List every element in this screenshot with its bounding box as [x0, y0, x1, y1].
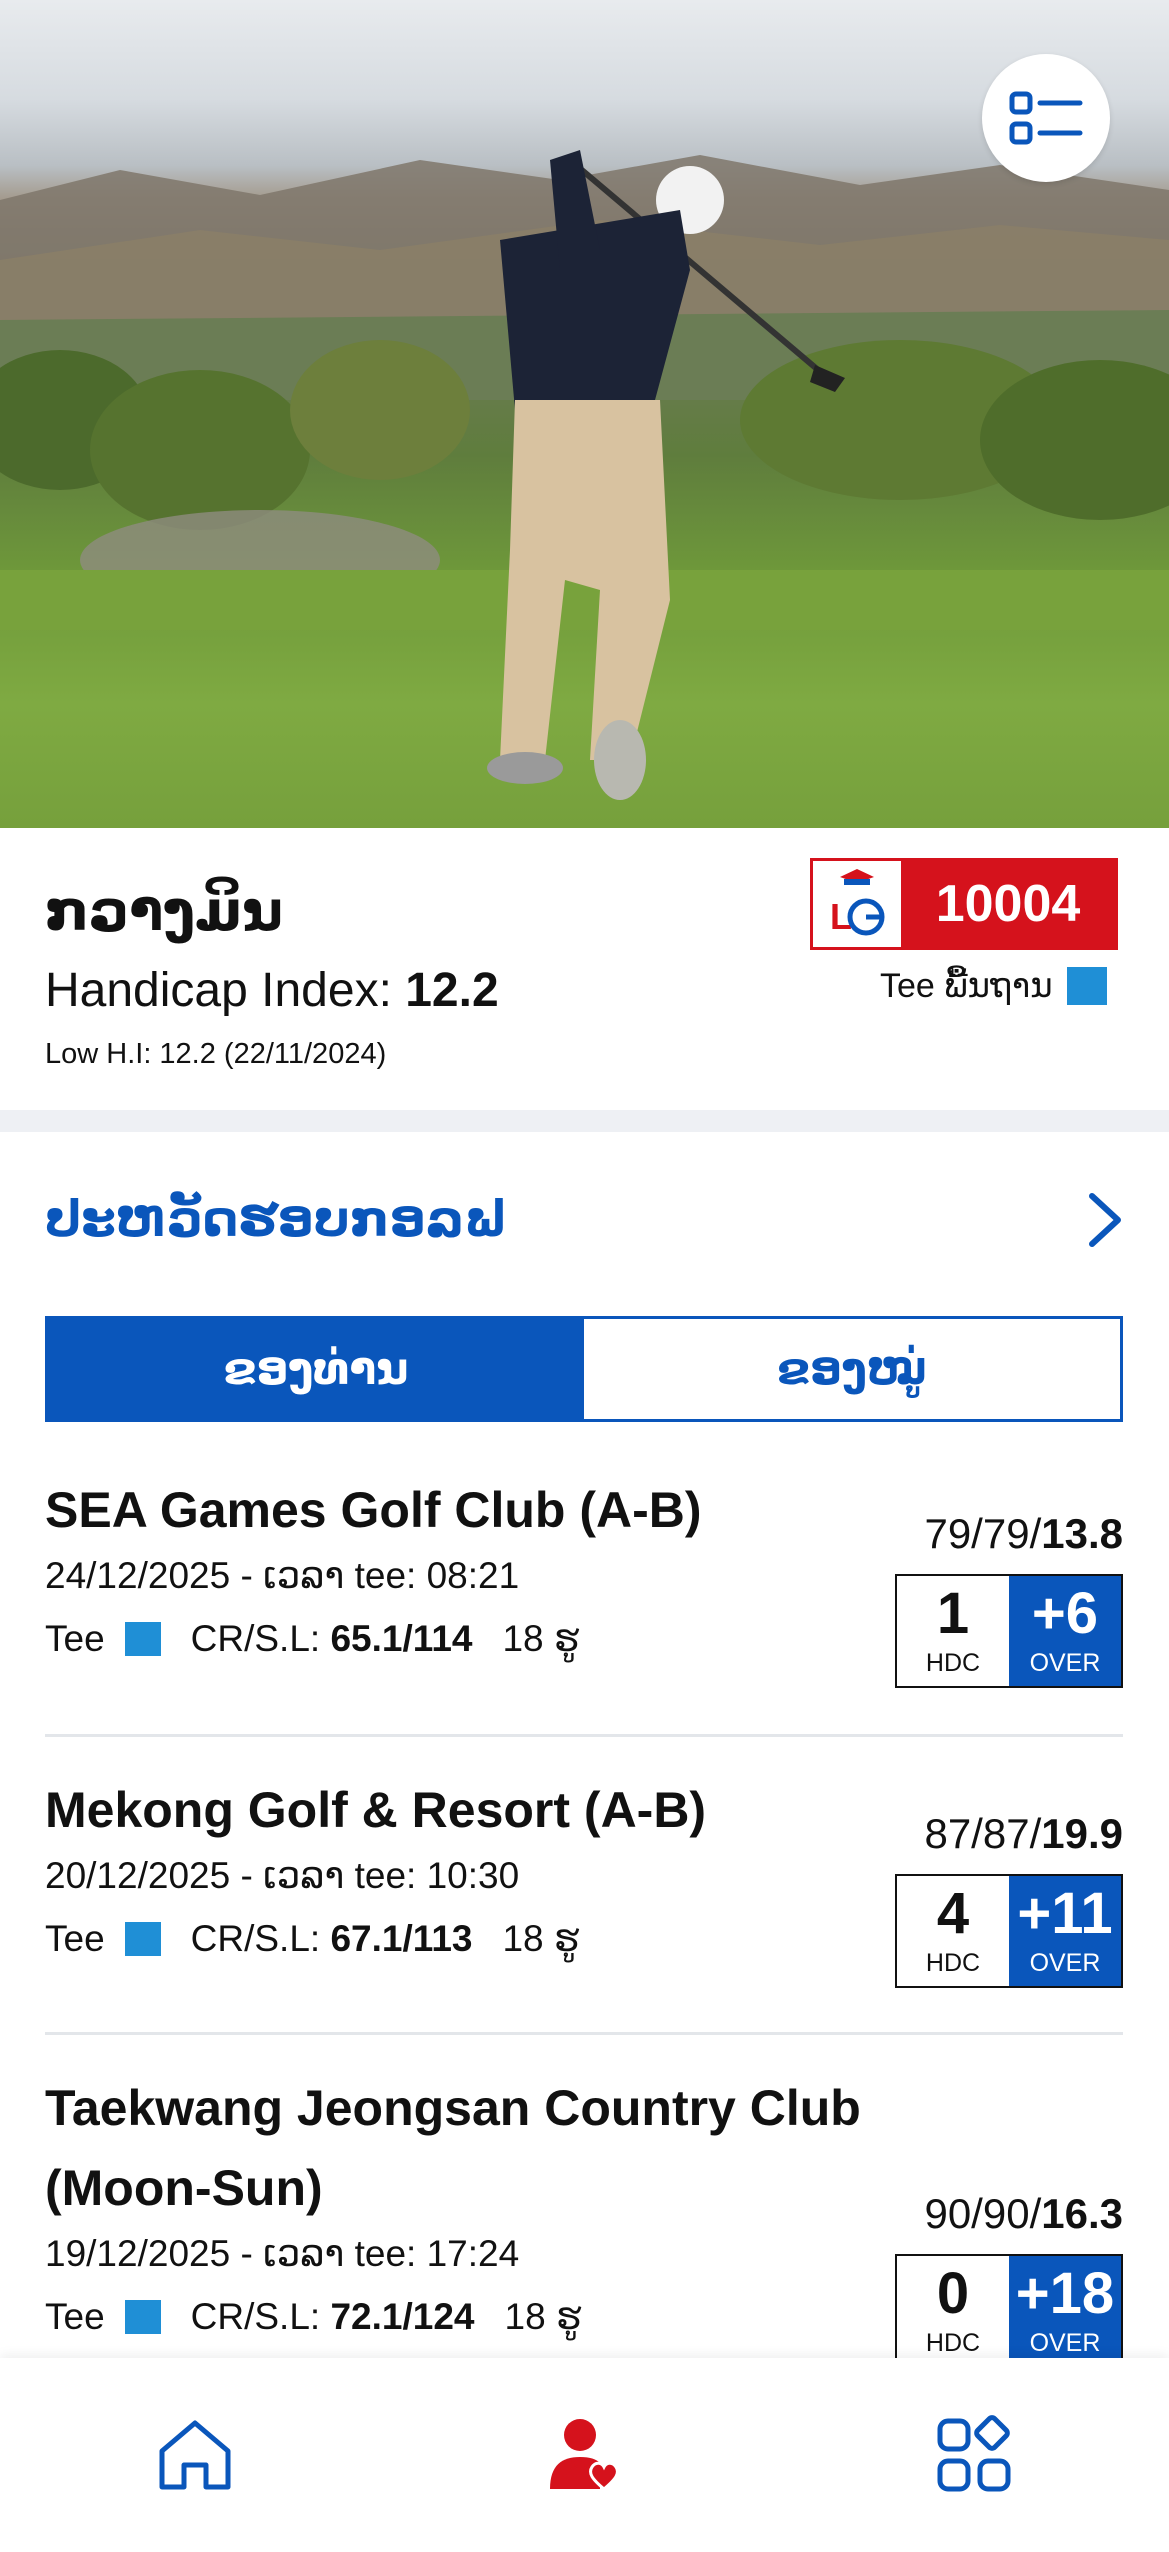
default-tee: Tee ພື້ນຖານ: [880, 966, 1107, 1006]
nav-home[interactable]: [145, 2405, 245, 2505]
cr-slope: CR/S.L: 67.1/113: [190, 1917, 473, 1959]
over-cell: +11 OVER: [1009, 1876, 1121, 1986]
score-summary: 87/87/19.9: [924, 1810, 1123, 1857]
score-summary: 79/79/13.8: [924, 1510, 1123, 1557]
score-summary: 90/90/16.3: [924, 2190, 1123, 2237]
tab-friends[interactable]: ຂອງໝູ່: [584, 1319, 1120, 1419]
handicap-label: Handicap Index:: [45, 964, 406, 1017]
lg-logo: L: [813, 861, 901, 947]
chevron-right-icon[interactable]: [1080, 1190, 1130, 1250]
over-cell: +6 OVER: [1009, 1576, 1121, 1686]
member-number: 10004: [901, 861, 1115, 947]
section-divider: [0, 1110, 1169, 1132]
hdc-over-box: 1 HDC +6 OVER: [895, 1574, 1123, 1688]
tee-label: Tee: [45, 2295, 105, 2337]
tee-color-swatch: [124, 1921, 161, 1956]
player-name: ກວາງມິນ: [45, 879, 283, 942]
round-history-title[interactable]: ປະຫວັດຮອບກອລຟ: [45, 1190, 507, 1248]
hdc-cell: 1 HDC: [897, 1576, 1009, 1686]
course-name-line1: Taekwang Jeongsan Country Club: [45, 2080, 861, 2136]
tee-label: Tee: [45, 1617, 105, 1659]
tab-mine[interactable]: ຂອງທ່ານ: [48, 1319, 584, 1419]
hdc-cell: 4 HDC: [897, 1876, 1009, 1986]
tee-label: Tee: [45, 1917, 105, 1959]
hdc-over-box: 0 HDC +18 OVER: [895, 2254, 1123, 2368]
low-handicap-index: Low H.I: 12.2 (22/11/2024): [45, 1038, 387, 1070]
list-icon: [1009, 91, 1083, 145]
round-item[interactable]: Taekwang Jeongsan Country Club (Moon-Sun…: [45, 2068, 1123, 2368]
round-separator: [45, 1734, 1123, 1737]
holes-count: 18 ຮູ: [502, 1618, 580, 1659]
round-item[interactable]: SEA Games Golf Club (A-B) 24/12/2025 - ເ…: [45, 1470, 1123, 1730]
tee-color-swatch: [1066, 967, 1107, 1005]
menu-button[interactable]: [982, 54, 1110, 182]
tee-color-swatch: [124, 2299, 161, 2334]
round-separator: [45, 2032, 1123, 2035]
golfer-illustration: [487, 150, 845, 800]
nav-apps[interactable]: [924, 2405, 1024, 2505]
hero-banner: [0, 0, 1169, 828]
hdc-over-box: 4 HDC +11 OVER: [895, 1874, 1123, 1988]
profile-section: ກວາງມິນ Handicap Index: 12.2 Low H.I: 12…: [0, 828, 1169, 1110]
bottom-navigation: [0, 2358, 1169, 2552]
cr-slope: CR/S.L: 65.1/114: [190, 1617, 473, 1659]
profile-heart-icon: [550, 2419, 620, 2491]
nav-profile[interactable]: [534, 2405, 634, 2505]
hdc-cell: 0 HDC: [897, 2256, 1009, 2366]
cr-slope: CR/S.L: 72.1/124: [190, 2295, 475, 2337]
holes-count: 18 ຮູ: [502, 1918, 580, 1959]
tee-color-swatch: [124, 1621, 161, 1656]
home-icon: [159, 2420, 231, 2490]
history-tabs: ຂອງທ່ານ ຂອງໝູ່: [45, 1316, 1123, 1422]
handicap-value: 12.2: [405, 964, 499, 1017]
handicap-index: Handicap Index: 12.2: [45, 963, 499, 1018]
over-cell: +18 OVER: [1009, 2256, 1121, 2366]
member-badge: L 10004: [810, 858, 1118, 950]
default-tee-label: Tee ພື້ນຖານ: [880, 967, 1053, 1005]
apps-grid-icon: [937, 2415, 1011, 2492]
holes-count: 18 ຮູ: [504, 2296, 582, 2337]
round-item[interactable]: Mekong Golf & Resort (A-B) 20/12/2025 - …: [45, 1770, 1123, 2030]
